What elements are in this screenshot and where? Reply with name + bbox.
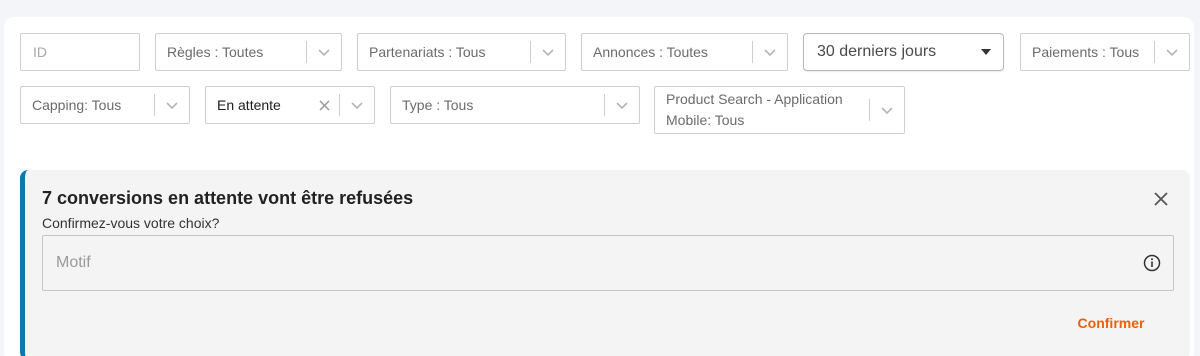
capping-filter-label: Capping: Tous bbox=[32, 97, 122, 113]
partnerships-filter[interactable]: Partenariats : Tous bbox=[357, 33, 566, 71]
reason-field[interactable] bbox=[42, 235, 1174, 291]
date-range-label: 30 derniers jours bbox=[817, 43, 937, 60]
close-icon[interactable] bbox=[309, 99, 339, 111]
close-icon[interactable] bbox=[1150, 188, 1172, 210]
ads-filter-label: Annonces : Toutes bbox=[593, 44, 708, 60]
confirmation-alert: 7 conversions en attente vont être refus… bbox=[20, 170, 1190, 356]
confirm-button[interactable]: Confirmer bbox=[1073, 313, 1149, 333]
payments-filter[interactable]: Paiements : Tous bbox=[1020, 33, 1190, 71]
alert-subtitle: Confirmez-vous votre choix? bbox=[42, 215, 220, 231]
status-filter-label: En attente bbox=[217, 97, 281, 113]
info-icon[interactable] bbox=[1131, 254, 1173, 272]
chevron-down-icon[interactable] bbox=[1155, 34, 1189, 70]
chevron-down-icon[interactable] bbox=[870, 87, 904, 133]
chevron-down-icon[interactable] bbox=[531, 34, 565, 70]
payments-filter-label: Paiements : Tous bbox=[1032, 44, 1140, 60]
capping-filter[interactable]: Capping: Tous bbox=[20, 86, 190, 124]
rules-filter-label: Règles : Toutes bbox=[167, 44, 264, 60]
chevron-down-icon[interactable] bbox=[307, 34, 341, 70]
reason-input[interactable] bbox=[43, 236, 1131, 290]
chevron-down-icon[interactable] bbox=[605, 87, 639, 123]
id-input[interactable] bbox=[20, 33, 140, 71]
chevron-down-icon[interactable] bbox=[340, 87, 374, 123]
type-filter-label: Type : Tous bbox=[402, 97, 474, 113]
type-filter[interactable]: Type : Tous bbox=[390, 86, 640, 124]
chevron-down-icon[interactable] bbox=[155, 87, 189, 123]
chevron-down-icon[interactable] bbox=[753, 34, 787, 70]
alert-title: 7 conversions en attente vont être refus… bbox=[42, 188, 414, 208]
ads-filter[interactable]: Annonces : Toutes bbox=[581, 33, 788, 71]
product-search-filter[interactable]: Product Search - Application Mobile: Tou… bbox=[654, 86, 905, 134]
status-filter[interactable]: En attente bbox=[205, 86, 375, 124]
product-search-filter-label: Product Search - Application Mobile: Tou… bbox=[666, 91, 843, 128]
partnerships-filter-label: Partenariats : Tous bbox=[369, 44, 486, 60]
rules-filter[interactable]: Règles : Toutes bbox=[155, 33, 342, 71]
date-range-select[interactable]: 30 derniers jours bbox=[803, 33, 1004, 71]
caret-down-icon bbox=[969, 48, 1003, 56]
